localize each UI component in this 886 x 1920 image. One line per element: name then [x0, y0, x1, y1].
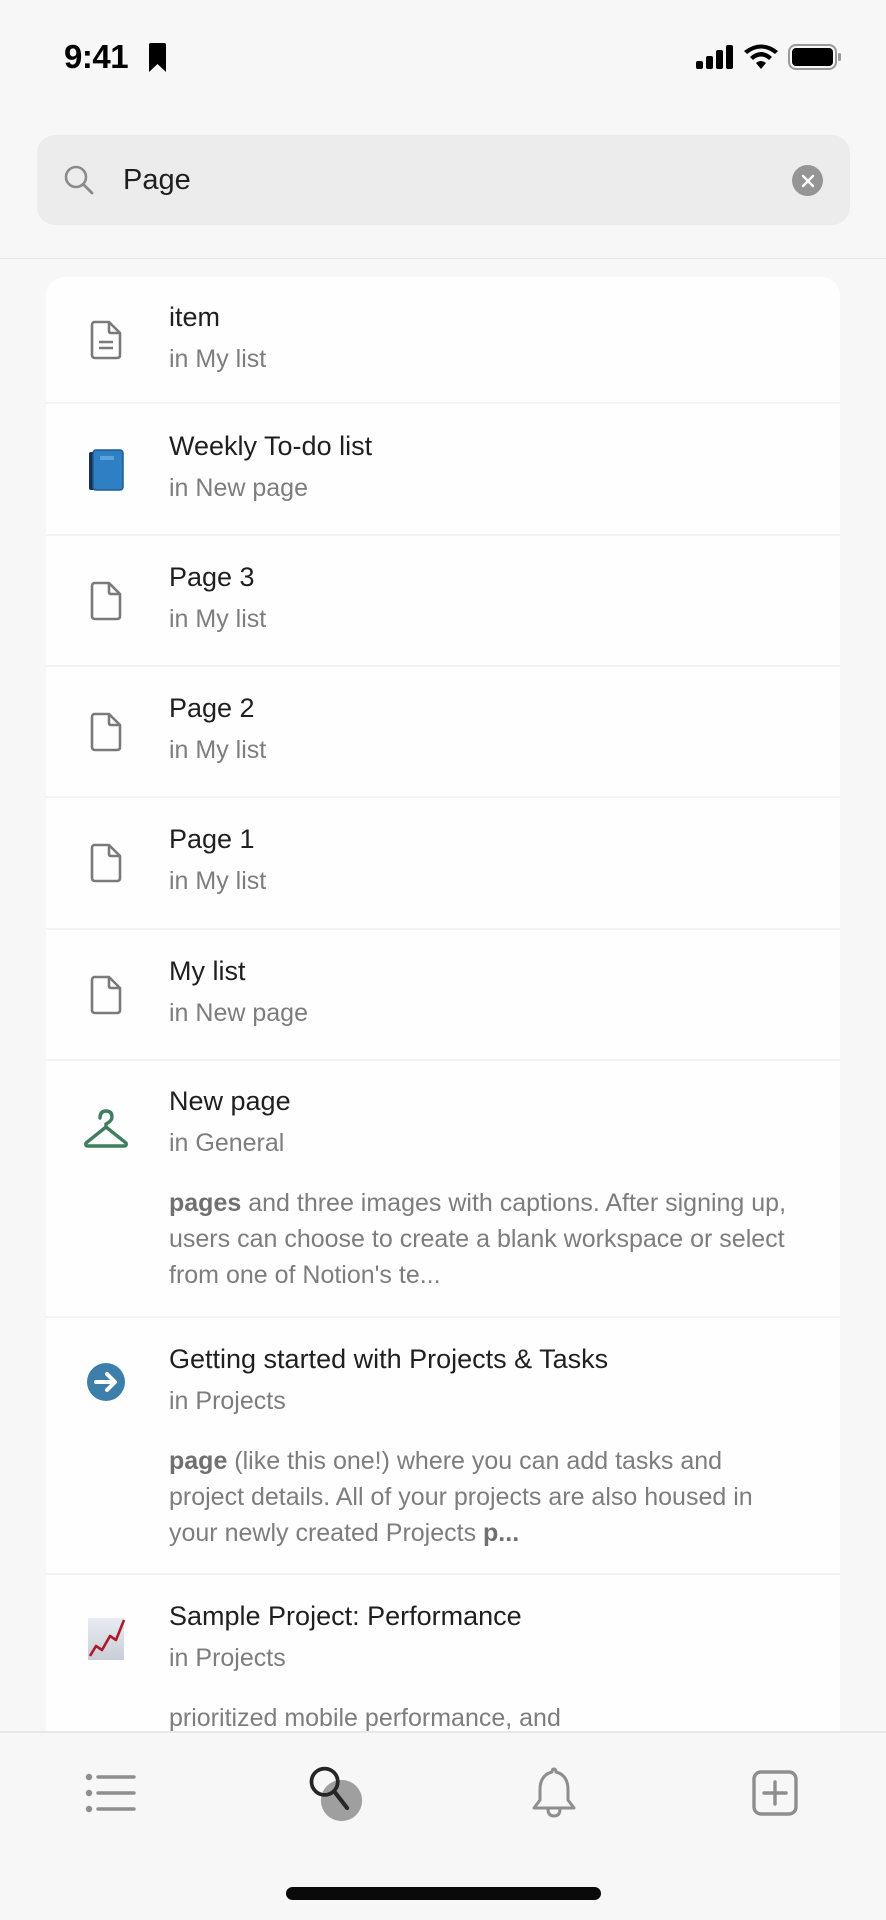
- result-item[interactable]: My list in New page: [46, 930, 840, 1061]
- status-bar: 9:41: [0, 0, 886, 110]
- result-item[interactable]: Page 2 in My list: [46, 667, 840, 798]
- search-input[interactable]: [123, 135, 773, 225]
- result-item[interactable]: Page 1 in My list: [46, 798, 840, 930]
- search-results-list: item in My list Weekly To-do list in New…: [46, 277, 840, 1731]
- result-location: in New page: [169, 999, 308, 1027]
- clear-icon: [801, 174, 814, 187]
- result-title: New page: [169, 1086, 291, 1116]
- search-icon: [309, 1766, 363, 1822]
- snippet-highlight: page: [169, 1447, 228, 1475]
- snippet-highlight: pages: [169, 1189, 242, 1217]
- result-item[interactable]: Getting started with Projects & Tasks in…: [46, 1318, 840, 1575]
- snippet-text: (like this one!) where you can add tasks…: [169, 1447, 753, 1547]
- result-location: in My list: [169, 345, 267, 373]
- result-location: in New page: [169, 474, 308, 502]
- page-icon: [86, 581, 126, 621]
- list-icon: [85, 1773, 136, 1813]
- result-title: Sample Project: Performance: [169, 1601, 522, 1631]
- result-location: in Projects: [169, 1387, 286, 1415]
- clear-search-button[interactable]: [792, 165, 823, 196]
- blue-book-emoji: [86, 449, 126, 491]
- result-title: Page 3: [169, 562, 255, 592]
- home-indicator[interactable]: [286, 1887, 601, 1900]
- tab-search[interactable]: [304, 1763, 364, 1823]
- result-title: Getting started with Projects & Tasks: [169, 1344, 609, 1374]
- tab-sidebar[interactable]: [81, 1763, 141, 1823]
- result-title: Page 1: [169, 824, 255, 854]
- result-title: item: [169, 302, 221, 332]
- tab-notifications[interactable]: [524, 1763, 584, 1823]
- page-icon: [86, 843, 126, 883]
- chart-increasing-emoji: [86, 1618, 126, 1660]
- snippet-highlight: p...: [483, 1519, 520, 1547]
- document-lines-icon: [86, 320, 126, 360]
- result-title: Weekly To-do list: [169, 431, 373, 461]
- result-item[interactable]: Page 3 in My list: [46, 536, 840, 667]
- result-location: in My list: [169, 605, 267, 633]
- result-item[interactable]: New page in General pages and three imag…: [46, 1061, 840, 1318]
- page-icon: [86, 975, 126, 1015]
- new-page-icon: [752, 1770, 798, 1816]
- result-location: in General: [169, 1129, 285, 1157]
- header-divider: [0, 258, 886, 259]
- wifi-icon: [744, 44, 778, 69]
- result-item[interactable]: Sample Project: Performance in Projects …: [46, 1575, 840, 1731]
- bell-icon: [532, 1767, 576, 1818]
- status-time: 9:41: [64, 38, 129, 75]
- bookmark-icon: [149, 43, 166, 72]
- page-icon: [86, 712, 126, 752]
- result-snippet: page (like this one!) where you can add …: [169, 1443, 799, 1551]
- result-location: in My list: [169, 867, 267, 895]
- result-item[interactable]: Weekly To-do list in New page: [46, 404, 840, 536]
- result-snippet: prioritized mobile performance, and: [169, 1700, 799, 1731]
- snippet-text: prioritized mobile performance, and: [169, 1704, 561, 1731]
- result-location: in Projects: [169, 1644, 286, 1672]
- cellular-signal-icon: [696, 45, 733, 69]
- result-item[interactable]: item in My list: [46, 277, 840, 404]
- hanger-icon: [83, 1106, 129, 1152]
- search-icon: [64, 165, 94, 195]
- search-bar[interactable]: [37, 135, 850, 225]
- result-snippet: pages and three images with captions. Af…: [169, 1185, 799, 1293]
- result-title: My list: [169, 956, 246, 986]
- battery-icon: [788, 44, 841, 70]
- tab-new-page[interactable]: [745, 1763, 805, 1823]
- result-title: Page 2: [169, 693, 255, 723]
- arrow-right-circle-icon: [86, 1362, 126, 1402]
- result-location: in My list: [169, 736, 267, 764]
- snippet-text: and three images with captions. After si…: [169, 1189, 787, 1289]
